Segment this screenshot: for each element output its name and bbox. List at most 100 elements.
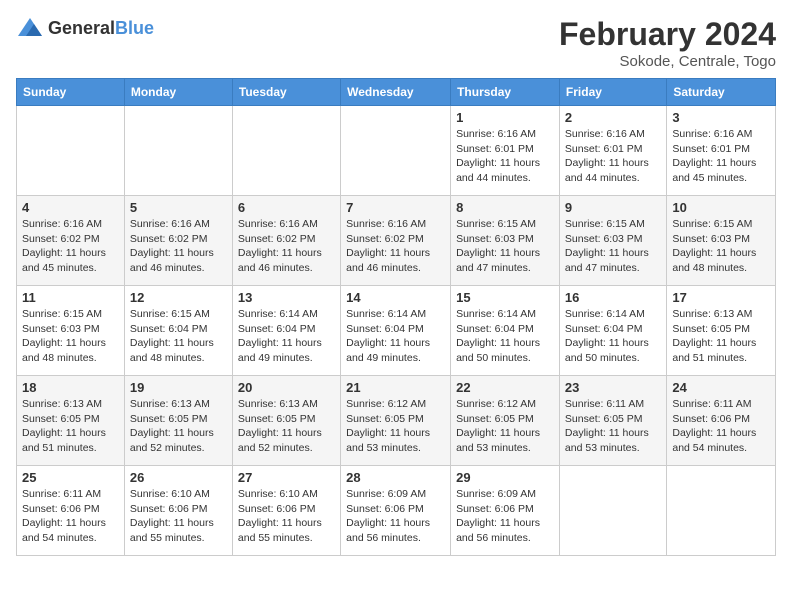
week-row-5: 25 Sunrise: 6:11 AM Sunset: 6:06 PM Dayli… <box>17 466 776 556</box>
page-title: February 2024 <box>559 16 776 53</box>
day-info: Sunrise: 6:15 AM Sunset: 6:03 PM Dayligh… <box>22 307 119 366</box>
day-number: 15 <box>456 290 554 305</box>
calendar-cell: 22 Sunrise: 6:12 AM Sunset: 6:05 PM Dayli… <box>451 376 560 466</box>
logo: GeneralBlue <box>16 16 154 40</box>
week-row-1: 1 Sunrise: 6:16 AM Sunset: 6:01 PM Daylig… <box>17 106 776 196</box>
calendar-cell: 2Sunrise: 6:16 AM Sunset: 6:01 PM Daylig… <box>559 106 666 196</box>
day-number: 4 <box>22 200 119 215</box>
day-info: Sunrise: 6:16 AM Sunset: 6:02 PM Dayligh… <box>238 217 335 276</box>
day-info: Sunrise: 6:13 AM Sunset: 6:05 PM Dayligh… <box>672 307 770 366</box>
calendar-cell: 25 Sunrise: 6:11 AM Sunset: 6:06 PM Dayli… <box>17 466 125 556</box>
day-number: 10 <box>672 200 770 215</box>
calendar-table: SundayMondayTuesdayWednesdayThursdayFrid… <box>16 78 776 556</box>
day-info: Sunrise: 6:13 AM Sunset: 6:05 PM Dayligh… <box>130 397 227 456</box>
day-info: Sunrise: 6:16 AM Sunset: 6:01 PM Dayligh… <box>565 127 661 186</box>
day-info: Sunrise: 6:15 AM Sunset: 6:03 PM Dayligh… <box>672 217 770 276</box>
day-number: 19 <box>130 380 227 395</box>
day-info: Sunrise: 6:13 AM Sunset: 6:05 PM Dayligh… <box>22 397 119 456</box>
day-number: 23 <box>565 380 661 395</box>
day-number: 1 <box>456 110 554 125</box>
logo-blue: Blue <box>115 18 154 38</box>
day-info: Sunrise: 6:11 AM Sunset: 6:05 PM Dayligh… <box>565 397 661 456</box>
calendar-cell <box>341 106 451 196</box>
day-number: 16 <box>565 290 661 305</box>
logo-text: General <box>48 18 115 38</box>
calendar-cell: 4Sunrise: 6:16 AM Sunset: 6:02 PM Daylig… <box>17 196 125 286</box>
day-header-friday: Friday <box>559 79 666 106</box>
calendar-cell: 7 Sunrise: 6:16 AM Sunset: 6:02 PM Daylig… <box>341 196 451 286</box>
calendar-cell: 29 Sunrise: 6:09 AM Sunset: 6:06 PM Dayli… <box>451 466 560 556</box>
calendar-cell: 28 Sunrise: 6:09 AM Sunset: 6:06 PM Dayli… <box>341 466 451 556</box>
calendar-cell: 10 Sunrise: 6:15 AM Sunset: 6:03 PM Dayli… <box>667 196 776 286</box>
calendar-cell: 21Sunrise: 6:12 AM Sunset: 6:05 PM Dayli… <box>341 376 451 466</box>
day-header-sunday: Sunday <box>17 79 125 106</box>
day-number: 17 <box>672 290 770 305</box>
calendar-cell: 18 Sunrise: 6:13 AM Sunset: 6:05 PM Dayli… <box>17 376 125 466</box>
calendar-cell <box>17 106 125 196</box>
day-number: 12 <box>130 290 227 305</box>
page-subtitle: Sokode, Centrale, Togo <box>559 53 776 70</box>
day-info: Sunrise: 6:11 AM Sunset: 6:06 PM Dayligh… <box>672 397 770 456</box>
logo-icon <box>16 16 44 40</box>
calendar-cell: 13 Sunrise: 6:14 AM Sunset: 6:04 PM Dayli… <box>232 286 340 376</box>
calendar-cell: 8 Sunrise: 6:15 AM Sunset: 6:03 PM Daylig… <box>451 196 560 286</box>
day-number: 28 <box>346 470 445 485</box>
day-number: 18 <box>22 380 119 395</box>
day-info: Sunrise: 6:16 AM Sunset: 6:02 PM Dayligh… <box>130 217 227 276</box>
week-row-4: 18 Sunrise: 6:13 AM Sunset: 6:05 PM Dayli… <box>17 376 776 466</box>
day-number: 7 <box>346 200 445 215</box>
calendar-cell: 15 Sunrise: 6:14 AM Sunset: 6:04 PM Dayli… <box>451 286 560 376</box>
day-header-wednesday: Wednesday <box>341 79 451 106</box>
day-info: Sunrise: 6:11 AM Sunset: 6:06 PM Dayligh… <box>22 487 119 546</box>
day-info: Sunrise: 6:15 AM Sunset: 6:04 PM Dayligh… <box>130 307 227 366</box>
day-number: 14 <box>346 290 445 305</box>
day-info: Sunrise: 6:15 AM Sunset: 6:03 PM Dayligh… <box>565 217 661 276</box>
calendar-cell: 27Sunrise: 6:10 AM Sunset: 6:06 PM Dayli… <box>232 466 340 556</box>
day-info: Sunrise: 6:16 AM Sunset: 6:02 PM Dayligh… <box>346 217 445 276</box>
day-header-saturday: Saturday <box>667 79 776 106</box>
week-row-3: 11Sunrise: 6:15 AM Sunset: 6:03 PM Dayli… <box>17 286 776 376</box>
day-info: Sunrise: 6:16 AM Sunset: 6:01 PM Dayligh… <box>456 127 554 186</box>
day-number: 9 <box>565 200 661 215</box>
calendar-cell <box>232 106 340 196</box>
day-info: Sunrise: 6:14 AM Sunset: 6:04 PM Dayligh… <box>565 307 661 366</box>
day-info: Sunrise: 6:15 AM Sunset: 6:03 PM Dayligh… <box>456 217 554 276</box>
day-number: 22 <box>456 380 554 395</box>
calendar-cell: 14Sunrise: 6:14 AM Sunset: 6:04 PM Dayli… <box>341 286 451 376</box>
calendar-cell: 3Sunrise: 6:16 AM Sunset: 6:01 PM Daylig… <box>667 106 776 196</box>
calendar-cell: 11Sunrise: 6:15 AM Sunset: 6:03 PM Dayli… <box>17 286 125 376</box>
day-info: Sunrise: 6:12 AM Sunset: 6:05 PM Dayligh… <box>346 397 445 456</box>
calendar-cell: 16 Sunrise: 6:14 AM Sunset: 6:04 PM Dayli… <box>559 286 666 376</box>
day-number: 20 <box>238 380 335 395</box>
day-info: Sunrise: 6:14 AM Sunset: 6:04 PM Dayligh… <box>456 307 554 366</box>
day-info: Sunrise: 6:14 AM Sunset: 6:04 PM Dayligh… <box>238 307 335 366</box>
calendar-cell: 6 Sunrise: 6:16 AM Sunset: 6:02 PM Daylig… <box>232 196 340 286</box>
day-info: Sunrise: 6:12 AM Sunset: 6:05 PM Dayligh… <box>456 397 554 456</box>
calendar-cell <box>559 466 666 556</box>
header: GeneralBlue February 2024 Sokode, Centra… <box>16 16 776 70</box>
day-number: 26 <box>130 470 227 485</box>
calendar-cell <box>124 106 232 196</box>
day-number: 24 <box>672 380 770 395</box>
day-number: 29 <box>456 470 554 485</box>
calendar-cell: 19 Sunrise: 6:13 AM Sunset: 6:05 PM Dayli… <box>124 376 232 466</box>
day-info: Sunrise: 6:09 AM Sunset: 6:06 PM Dayligh… <box>346 487 445 546</box>
day-header-thursday: Thursday <box>451 79 560 106</box>
week-row-2: 4 Sunrise: 6:16 AM Sunset: 6:02 PM Daylig… <box>17 196 776 286</box>
calendar-cell: 24 Sunrise: 6:11 AM Sunset: 6:06 PM Dayli… <box>667 376 776 466</box>
day-number: 6 <box>238 200 335 215</box>
day-number: 25 <box>22 470 119 485</box>
day-info: Sunrise: 6:10 AM Sunset: 6:06 PM Dayligh… <box>238 487 335 546</box>
calendar-cell: 12 Sunrise: 6:15 AM Sunset: 6:04 PM Dayli… <box>124 286 232 376</box>
day-headers: SundayMondayTuesdayWednesdayThursdayFrid… <box>17 79 776 106</box>
calendar-cell: 1 Sunrise: 6:16 AM Sunset: 6:01 PM Daylig… <box>451 106 560 196</box>
calendar-cell: 17 Sunrise: 6:13 AM Sunset: 6:05 PM Dayli… <box>667 286 776 376</box>
calendar-cell: 20Sunrise: 6:13 AM Sunset: 6:05 PM Dayli… <box>232 376 340 466</box>
day-info: Sunrise: 6:09 AM Sunset: 6:06 PM Dayligh… <box>456 487 554 546</box>
day-number: 13 <box>238 290 335 305</box>
calendar-cell: 26Sunrise: 6:10 AM Sunset: 6:06 PM Dayli… <box>124 466 232 556</box>
calendar-cell: 5Sunrise: 6:16 AM Sunset: 6:02 PM Daylig… <box>124 196 232 286</box>
day-number: 8 <box>456 200 554 215</box>
day-info: Sunrise: 6:16 AM Sunset: 6:01 PM Dayligh… <box>672 127 770 186</box>
calendar-cell <box>667 466 776 556</box>
